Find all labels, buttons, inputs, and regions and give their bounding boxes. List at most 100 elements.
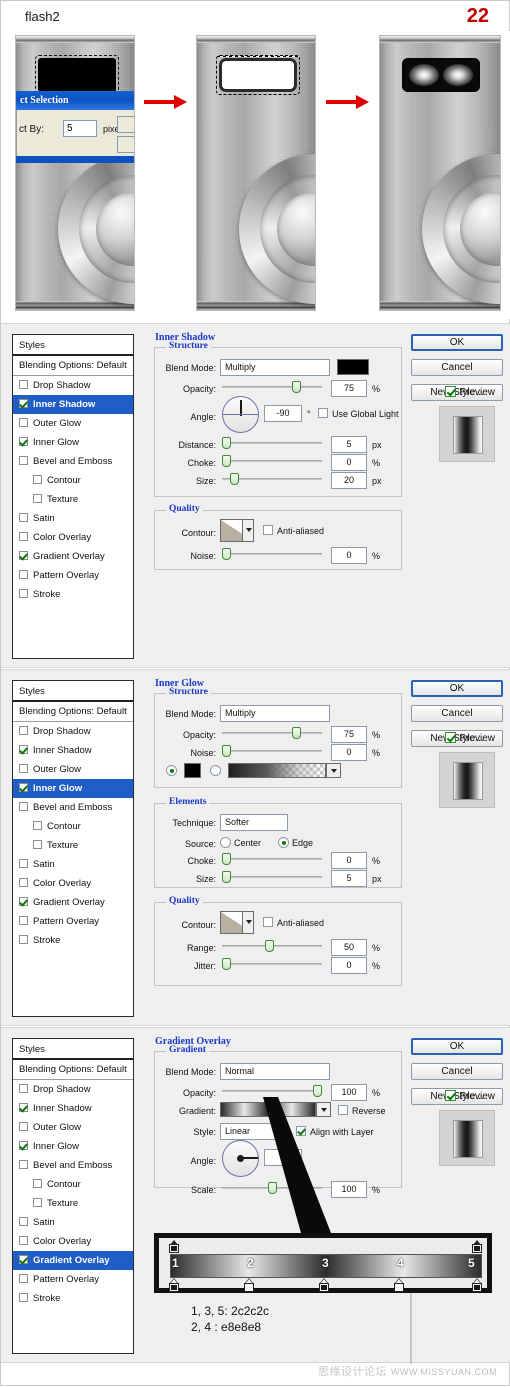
opacity-stop-right[interactable]: [472, 1240, 482, 1253]
technique-select[interactable]: Softer: [220, 814, 288, 831]
slider-knob[interactable]: [222, 437, 231, 449]
range-value[interactable]: 50: [331, 939, 367, 956]
glow-gradient-preview[interactable]: [228, 763, 341, 778]
align-with-layer-checkbox[interactable]: Align with Layer: [296, 1126, 374, 1137]
use-global-light-checkbox[interactable]: Use Global Light: [318, 408, 399, 419]
style-row-gradient-overlay[interactable]: Gradient Overlay: [13, 893, 133, 912]
checkbox-color-overlay[interactable]: [19, 532, 28, 541]
style-row-color-overlay[interactable]: Color Overlay: [13, 874, 133, 893]
blend-mode-select[interactable]: Normal: [220, 1063, 330, 1080]
preview-checkbox[interactable]: Preview: [445, 386, 495, 398]
checkbox-box[interactable]: [445, 1090, 457, 1101]
slider-knob[interactable]: [222, 745, 231, 757]
contour-picker[interactable]: [220, 519, 254, 542]
style-row-stroke[interactable]: Stroke: [13, 1289, 133, 1308]
style-row-pattern-overlay[interactable]: Pattern Overlay: [13, 912, 133, 931]
style-row-color-overlay[interactable]: Color Overlay: [13, 1232, 133, 1251]
checkbox-satin[interactable]: [19, 513, 28, 522]
opacity-value[interactable]: 75: [331, 380, 367, 397]
anti-aliased-checkbox[interactable]: Anti-aliased: [263, 917, 324, 928]
style-row-satin[interactable]: Satin: [13, 1213, 133, 1232]
checkbox-color-overlay[interactable]: [19, 878, 28, 887]
slider-knob[interactable]: [265, 940, 274, 952]
slider-knob[interactable]: [292, 727, 301, 739]
checkbox-inner-glow[interactable]: [19, 437, 28, 446]
choke-slider[interactable]: [222, 853, 322, 865]
style-row-texture[interactable]: Texture: [13, 1194, 133, 1213]
slider-knob[interactable]: [222, 871, 231, 883]
slider-knob[interactable]: [222, 853, 231, 865]
preview-checkbox[interactable]: Preview: [445, 1090, 495, 1102]
style-row-drop-shadow[interactable]: Drop Shadow: [13, 376, 133, 395]
style-select[interactable]: Linear: [220, 1123, 288, 1140]
blending-options-row[interactable]: Blending Options: Default: [13, 1060, 133, 1080]
checkbox-texture[interactable]: [33, 840, 42, 849]
style-row-bevel-and-emboss[interactable]: Bevel and Emboss: [13, 452, 133, 471]
noise-value[interactable]: 0: [331, 744, 367, 761]
opacity-slider[interactable]: [222, 727, 322, 739]
checkbox-inner-glow[interactable]: [19, 783, 28, 792]
shadow-color-swatch[interactable]: [337, 359, 369, 375]
style-row-color-overlay[interactable]: Color Overlay: [13, 528, 133, 547]
chevron-down-icon[interactable]: [242, 912, 253, 933]
style-row-inner-glow[interactable]: Inner Glow: [13, 433, 133, 452]
color-stop-2[interactable]: [244, 1279, 254, 1292]
style-row-bevel-and-emboss[interactable]: Bevel and Emboss: [13, 1156, 133, 1175]
style-row-inner-glow[interactable]: Inner Glow: [13, 779, 133, 798]
style-row-inner-shadow[interactable]: Inner Shadow: [13, 741, 133, 760]
angle-value[interactable]: 0: [264, 1149, 302, 1166]
slider-knob[interactable]: [222, 455, 231, 467]
style-row-satin[interactable]: Satin: [13, 509, 133, 528]
radio-dot[interactable]: [220, 837, 231, 848]
jitter-slider[interactable]: [222, 958, 322, 970]
color-stop-1[interactable]: [169, 1279, 179, 1292]
chevron-down-icon[interactable]: [326, 763, 341, 778]
style-row-drop-shadow[interactable]: Drop Shadow: [13, 1080, 133, 1099]
checkbox-box[interactable]: [338, 1105, 348, 1115]
checkbox-bevel-and-emboss[interactable]: [19, 456, 28, 465]
style-row-stroke[interactable]: Stroke: [13, 931, 133, 950]
style-row-contour[interactable]: Contour: [13, 1175, 133, 1194]
checkbox-stroke[interactable]: [19, 589, 28, 598]
radio-dot[interactable]: [166, 765, 177, 776]
ok-button[interactable]: OK: [411, 334, 503, 351]
contract-cancel-button[interactable]: [117, 136, 134, 153]
slider-knob[interactable]: [222, 958, 231, 970]
checkbox-box[interactable]: [445, 732, 457, 743]
style-row-inner-glow[interactable]: Inner Glow: [13, 1137, 133, 1156]
blending-options-row[interactable]: Blending Options: Default: [13, 702, 133, 722]
checkbox-drop-shadow[interactable]: [19, 1084, 28, 1093]
checkbox-outer-glow[interactable]: [19, 418, 28, 427]
contract-selection-dialog[interactable]: ct Selection ct By: 5 pixels: [16, 91, 134, 163]
size-slider[interactable]: [222, 473, 322, 485]
checkbox-box[interactable]: [318, 408, 328, 418]
chevron-down-icon[interactable]: [242, 520, 253, 541]
style-row-satin[interactable]: Satin: [13, 855, 133, 874]
distance-value[interactable]: 5: [331, 436, 367, 453]
checkbox-outer-glow[interactable]: [19, 764, 28, 773]
opacity-slider[interactable]: [222, 381, 322, 393]
checkbox-box[interactable]: [296, 1126, 306, 1136]
checkbox-contour[interactable]: [33, 475, 42, 484]
gradient-editor-callout[interactable]: 1 2 3 4 5: [154, 1233, 492, 1293]
style-row-inner-shadow[interactable]: Inner Shadow: [13, 1099, 133, 1118]
checkbox-box[interactable]: [445, 386, 457, 397]
style-row-gradient-overlay[interactable]: Gradient Overlay: [13, 1251, 133, 1270]
style-row-outer-glow[interactable]: Outer Glow: [13, 1118, 133, 1137]
style-row-texture[interactable]: Texture: [13, 836, 133, 855]
glow-color-swatch[interactable]: [184, 763, 201, 778]
checkbox-inner-shadow[interactable]: [19, 399, 28, 408]
opacity-stop-left[interactable]: [169, 1240, 179, 1253]
style-row-outer-glow[interactable]: Outer Glow: [13, 760, 133, 779]
checkbox-texture[interactable]: [33, 494, 42, 503]
style-row-outer-glow[interactable]: Outer Glow: [13, 414, 133, 433]
slider-knob[interactable]: [292, 381, 301, 393]
cancel-button[interactable]: Cancel: [411, 705, 503, 722]
angle-dial[interactable]: [222, 396, 259, 433]
reverse-checkbox[interactable]: Reverse: [338, 1105, 386, 1116]
angle-value[interactable]: -90: [264, 405, 302, 422]
checkbox-drop-shadow[interactable]: [19, 380, 28, 389]
checkbox-contour[interactable]: [33, 1179, 42, 1188]
angle-dial[interactable]: [222, 1140, 259, 1177]
style-row-contour[interactable]: Contour: [13, 817, 133, 836]
